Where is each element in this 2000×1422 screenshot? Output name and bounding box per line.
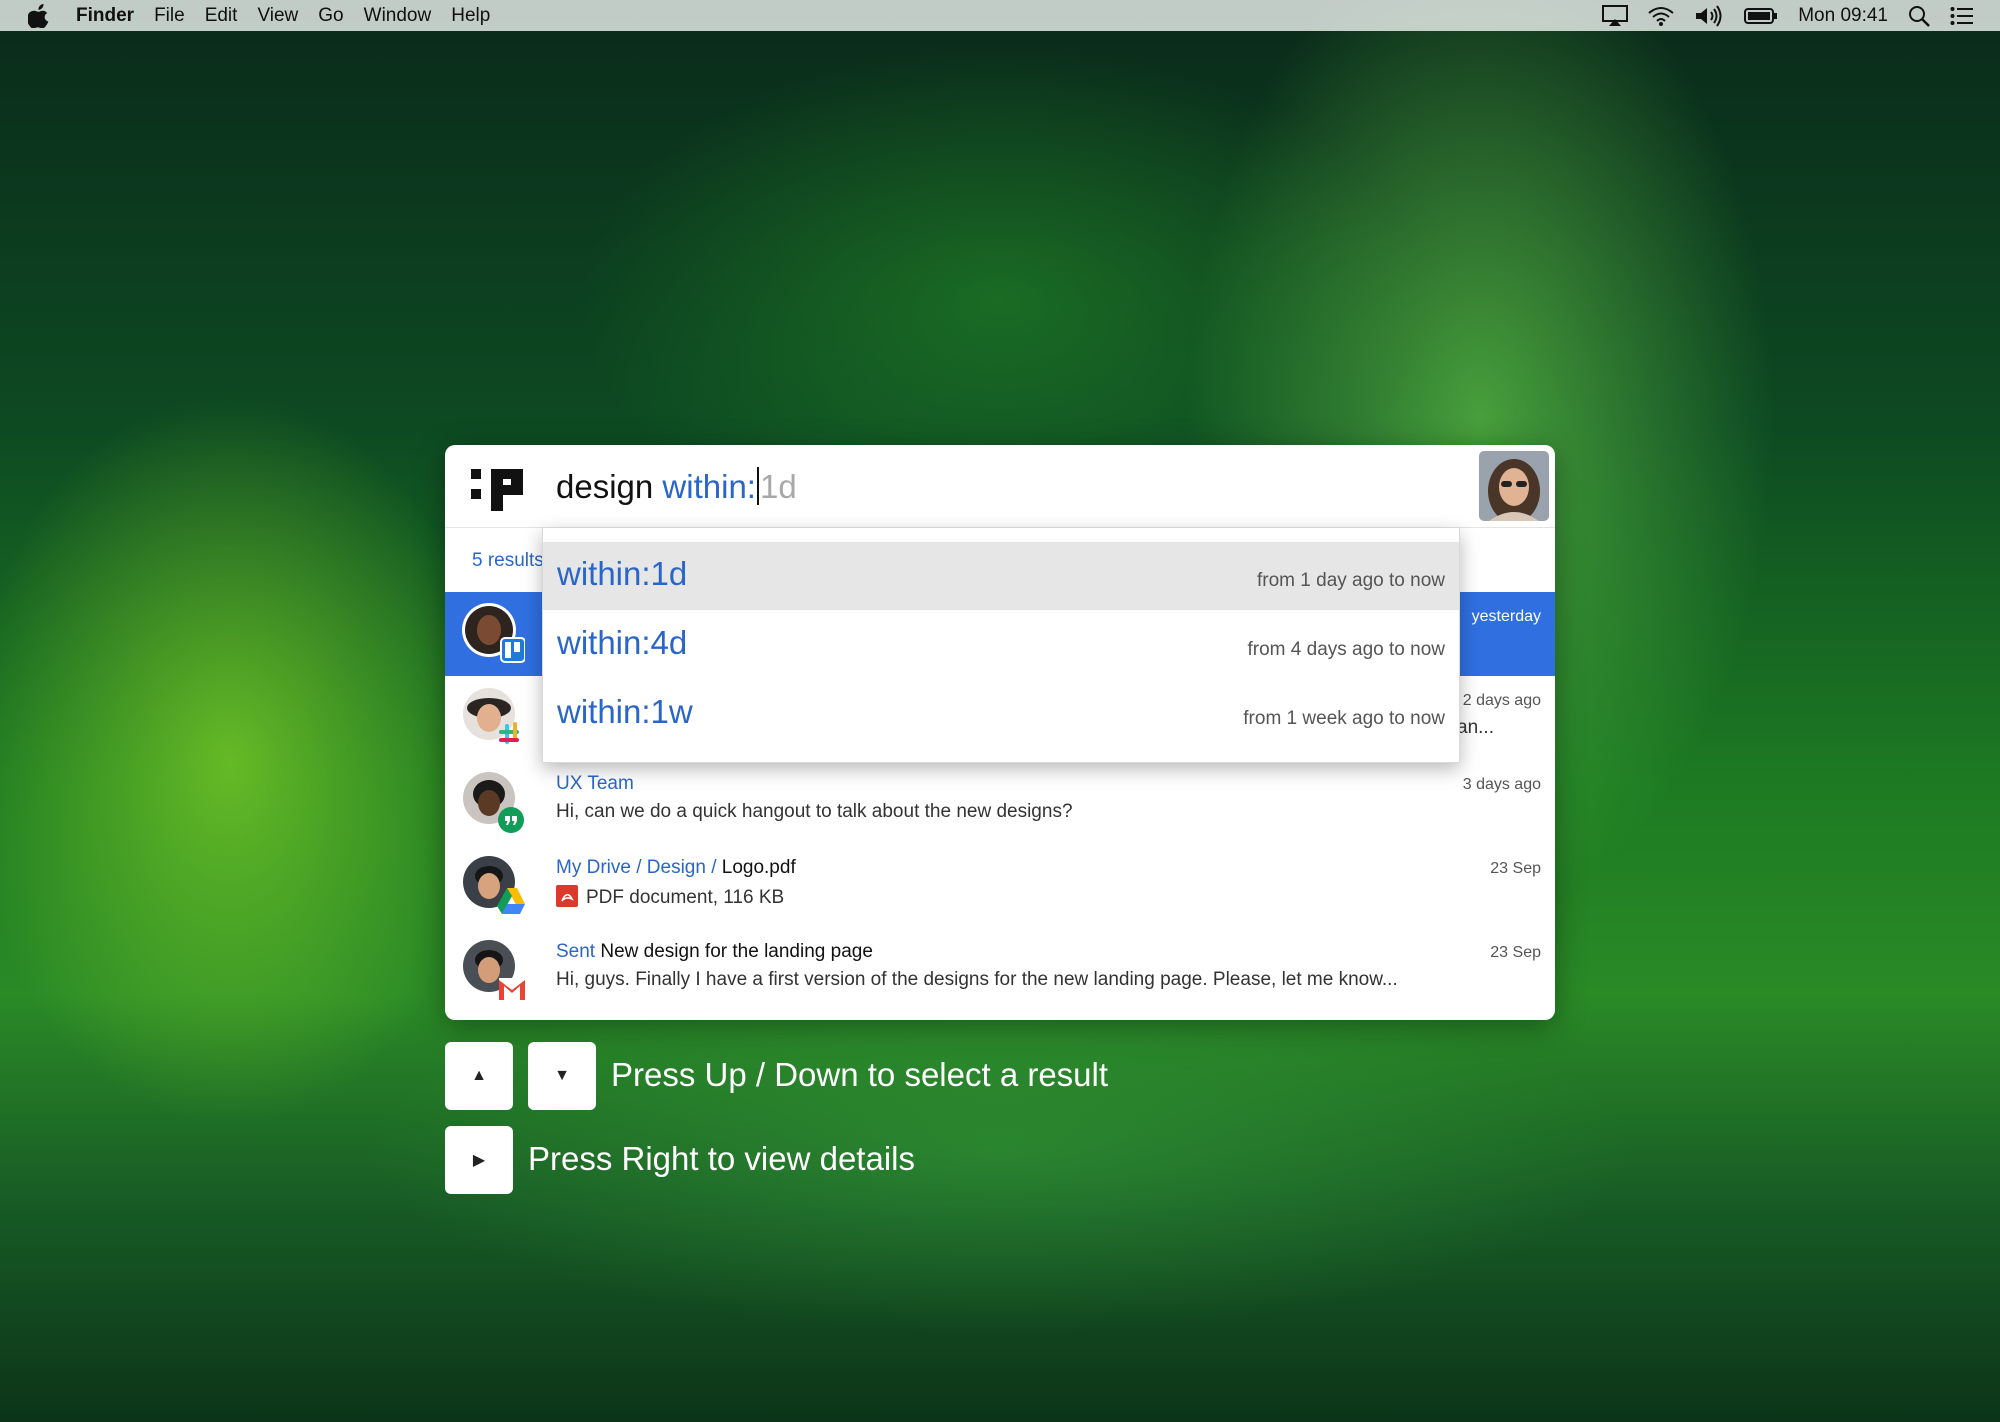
spotlight-search-icon[interactable] [1908,5,1930,27]
result-title: My Drive / Design / Logo.pdf [556,857,796,879]
result-time: 2 days ago [1462,692,1541,709]
menu-edit[interactable]: Edit [205,5,238,27]
result-time: 23 Sep [1490,944,1541,961]
results-count: 5 results [472,550,544,571]
result-row-3[interactable]: UX Team Hi, can we do a quick hangout to… [445,760,1555,844]
search-bar: design within: 1d [445,445,1555,528]
result-subtitle: Hi, guys. Finally I have a first version… [556,969,1398,990]
gmail-avatar [463,940,525,1000]
right-hint: Press Right to view details [528,1140,915,1177]
pdf-icon [556,885,578,907]
text-caret [756,467,759,505]
mail-subject: New design for the landing page [600,941,873,962]
result-title: Sent New design for the landing page [556,941,873,963]
autocomplete-dropdown: within:1d from 1 day ago to now within:4… [542,528,1460,763]
menu-file[interactable]: File [154,5,185,27]
up-key: ▲ [445,1042,513,1110]
up-down-hint: Press Up / Down to select a result [611,1056,1109,1093]
hangouts-avatar [463,772,524,833]
result-subtitle: Hi, can we do a quick hangout to talk ab… [556,801,1073,822]
suggestion-label: within:1d [557,555,688,592]
suggestion-description: from 1 week ago to now [1243,708,1445,729]
suggestion-label: within:1w [557,693,693,730]
suggestion-within-1d[interactable]: within:1d from 1 day ago to now [543,542,1459,610]
mail-label: Sent [556,941,596,962]
notification-center-icon[interactable] [1950,6,1974,26]
menu-go[interactable]: Go [318,5,343,27]
suggestion-within-4d[interactable]: within:4d from 4 days ago to now [543,611,1459,679]
slack-avatar [463,688,519,744]
result-row-5[interactable]: Sent New design for the landing page Hi,… [445,928,1555,1012]
result-time: 3 days ago [1462,776,1541,793]
result-time: yesterday [1471,608,1541,625]
drive-path: My Drive / Design / [556,857,717,878]
battery-icon[interactable] [1744,7,1778,25]
google-drive-avatar [463,856,525,914]
result-row-4[interactable]: My Drive / Design / Logo.pdf PDF documen… [445,844,1555,928]
suggestion-within-1w[interactable]: within:1w from 1 week ago to now [543,680,1459,748]
trello-avatar [462,603,525,663]
user-avatar[interactable] [1479,451,1549,521]
volume-icon[interactable] [1694,4,1724,27]
menu-view[interactable]: View [257,5,298,27]
suggestion-label: within:4d [557,624,688,661]
menu-finder[interactable]: Finder [76,5,134,27]
down-key: ▼ [528,1042,596,1110]
right-key: ▶ [445,1126,513,1194]
file-name: Logo.pdf [721,857,796,878]
file-meta: PDF document, 116 KB [586,887,785,908]
query-keyword: within: [662,468,756,505]
search-input[interactable]: design within: 1d [556,465,797,509]
suggestion-description: from 1 day ago to now [1257,570,1445,591]
app-logo [471,469,523,511]
result-title: UX Team [556,773,634,794]
suggestion-description: from 4 days ago to now [1247,639,1446,660]
menu-bar: Finder File Edit View Go Window Help Mon… [0,0,2000,31]
query-autocomplete-hint: 1d [759,468,797,505]
result-time: 23 Sep [1490,860,1541,877]
menu-help[interactable]: Help [451,5,490,27]
result-subtitle: PDF document, 116 KB [556,885,784,909]
result-subtitle: an... [1457,717,1494,738]
query-text: design [556,468,654,505]
menu-window[interactable]: Window [364,5,432,27]
apple-icon[interactable] [28,3,50,28]
wifi-icon[interactable] [1648,6,1674,26]
menubar-clock[interactable]: Mon 09:41 [1798,5,1888,27]
airplay-icon[interactable] [1602,4,1629,27]
